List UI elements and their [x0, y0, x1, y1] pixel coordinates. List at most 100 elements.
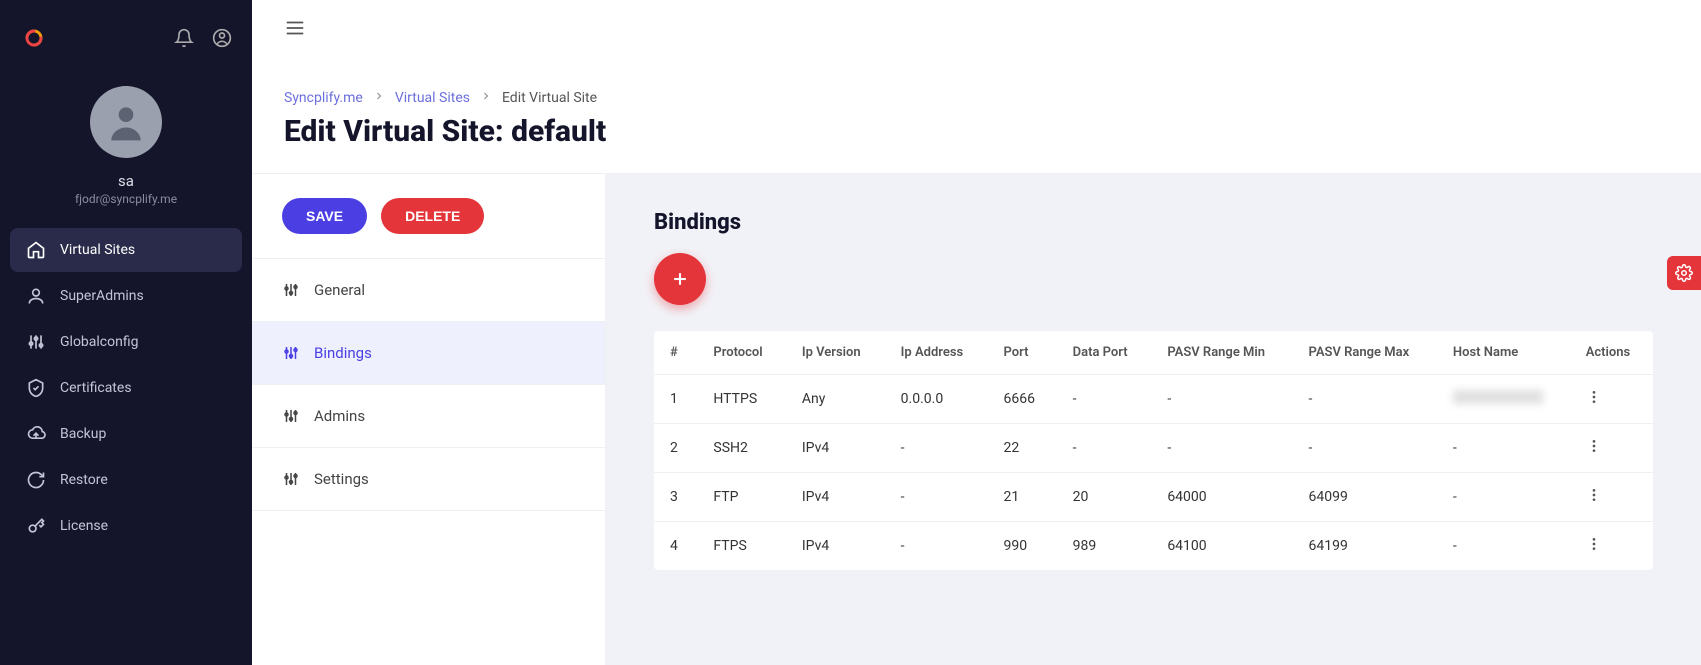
table-cell: 3: [654, 473, 697, 522]
table-cell: -: [885, 424, 988, 473]
row-actions: [1570, 375, 1653, 424]
username: sa: [118, 172, 134, 190]
table-cell: 20: [1057, 473, 1152, 522]
table-cell: -: [1151, 424, 1292, 473]
bindings-table: #ProtocolIp VersionIp AddressPortData Po…: [654, 331, 1653, 570]
avatar-block: sa fjodr@syncplify.me: [0, 86, 252, 206]
app-logo: [20, 24, 48, 56]
table-cell: -: [1293, 424, 1437, 473]
nav-restore[interactable]: Restore: [10, 458, 242, 502]
row-menu-button[interactable]: [1586, 393, 1602, 409]
sidebar: sa fjodr@syncplify.me Virtual Sites Supe…: [0, 0, 252, 665]
table-cell: 4: [654, 522, 697, 571]
col-header: PASV Range Max: [1293, 331, 1437, 375]
main: Syncplify.me Virtual Sites Edit Virtual …: [252, 0, 1701, 665]
crumb-virtual-sites[interactable]: Virtual Sites: [395, 90, 470, 106]
nav-label: Backup: [60, 426, 106, 442]
breadcrumbs: Syncplify.me Virtual Sites Edit Virtual …: [284, 90, 1669, 106]
table-cell: Any: [786, 375, 885, 424]
crumb-current: Edit Virtual Site: [502, 90, 597, 106]
table-cell: -: [1057, 375, 1152, 424]
table-cell: FTP: [697, 473, 785, 522]
bell-icon[interactable]: [174, 28, 194, 52]
subnav-general[interactable]: General: [252, 259, 605, 322]
subnav-settings[interactable]: Settings: [252, 448, 605, 511]
table-cell: 6666: [988, 375, 1057, 424]
chevron-right-icon: [373, 90, 385, 106]
table-cell: 22: [988, 424, 1057, 473]
table-cell: -: [885, 522, 988, 571]
table-cell: IPv4: [786, 473, 885, 522]
table-cell: -: [1437, 424, 1570, 473]
subnav-label: Bindings: [314, 344, 372, 362]
topbar: [252, 0, 1701, 60]
table-row: 2SSH2IPv4-22----: [654, 424, 1653, 473]
table-cell: SSH2: [697, 424, 785, 473]
right-pane: Bindings #ProtocolIp VersionIp AddressPo…: [606, 174, 1701, 665]
nav-virtual-sites[interactable]: Virtual Sites: [10, 228, 242, 272]
table-cell: -: [1151, 375, 1292, 424]
table-cell: 64100: [1151, 522, 1292, 571]
user-circle-icon[interactable]: [212, 28, 232, 52]
nav-label: Globalconfig: [60, 334, 138, 350]
settings-float-button[interactable]: [1667, 256, 1701, 290]
col-header: PASV Range Min: [1151, 331, 1292, 375]
primary-nav: Virtual Sites SuperAdmins Globalconfig C…: [0, 228, 252, 548]
nav-label: Virtual Sites: [60, 242, 135, 258]
nav-label: SuperAdmins: [60, 288, 144, 304]
save-button[interactable]: SAVE: [282, 198, 367, 234]
col-header: Data Port: [1057, 331, 1152, 375]
table-cell: 990: [988, 522, 1057, 571]
table-cell: 64199: [1293, 522, 1437, 571]
row-menu-button[interactable]: [1586, 491, 1602, 507]
row-actions: [1570, 473, 1653, 522]
col-header: Host Name: [1437, 331, 1570, 375]
crumb-root[interactable]: Syncplify.me: [284, 90, 363, 106]
table-cell: 64000: [1151, 473, 1292, 522]
subnav-bindings[interactable]: Bindings: [252, 322, 605, 385]
row-menu-button[interactable]: [1586, 442, 1602, 458]
subnav-label: Admins: [314, 407, 365, 425]
table-cell: 989: [1057, 522, 1152, 571]
section-nav: General Bindings Admins Settings: [252, 259, 605, 511]
nav-label: License: [60, 518, 108, 534]
content: SAVE DELETE General Bindings Admins: [252, 174, 1701, 665]
table-cell: 0.0.0.0: [885, 375, 988, 424]
nav-label: Certificates: [60, 380, 132, 396]
table-cell: -: [1437, 473, 1570, 522]
table-cell: -: [1437, 522, 1570, 571]
delete-button[interactable]: DELETE: [381, 198, 484, 234]
add-binding-button[interactable]: [654, 253, 706, 305]
table-cell: 1: [654, 375, 697, 424]
page-title: Edit Virtual Site: default: [284, 114, 1669, 149]
subnav-label: Settings: [314, 470, 369, 488]
sidebar-top: [0, 12, 252, 68]
row-menu-button[interactable]: [1586, 540, 1602, 556]
nav-label: Restore: [60, 472, 108, 488]
nav-superadmins[interactable]: SuperAdmins: [10, 274, 242, 318]
table-cell: FTPS: [697, 522, 785, 571]
col-header: #: [654, 331, 697, 375]
table-cell: -: [1293, 375, 1437, 424]
col-header: Protocol: [697, 331, 785, 375]
nav-license[interactable]: License: [10, 504, 242, 548]
table-cell: IPv4: [786, 424, 885, 473]
table-cell: [1437, 375, 1570, 424]
col-header: Actions: [1570, 331, 1653, 375]
subnav-label: General: [314, 281, 365, 299]
table-row: 1HTTPSAny0.0.0.06666---: [654, 375, 1653, 424]
subnav-admins[interactable]: Admins: [252, 385, 605, 448]
nav-certificates[interactable]: Certificates: [10, 366, 242, 410]
nav-globalconfig[interactable]: Globalconfig: [10, 320, 242, 364]
table-row: 3FTPIPv4-21206400064099-: [654, 473, 1653, 522]
row-actions: [1570, 522, 1653, 571]
chevron-right-icon: [480, 90, 492, 106]
table-cell: -: [885, 473, 988, 522]
page-header: Syncplify.me Virtual Sites Edit Virtual …: [252, 60, 1701, 174]
user-email: fjodr@syncplify.me: [75, 192, 177, 206]
col-header: Ip Version: [786, 331, 885, 375]
table-row: 4FTPSIPv4-9909896410064199-: [654, 522, 1653, 571]
hamburger-icon[interactable]: [284, 17, 306, 43]
nav-backup[interactable]: Backup: [10, 412, 242, 456]
avatar: [90, 86, 162, 158]
